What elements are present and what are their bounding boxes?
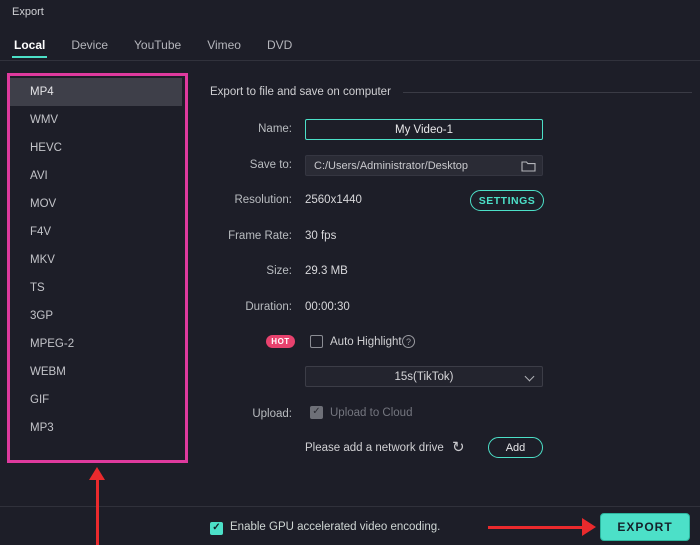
tab-dvd[interactable]: DVD bbox=[265, 35, 294, 58]
export-tabs: Local Device YouTube Vimeo DVD bbox=[12, 34, 294, 58]
upload-to-cloud-label: Upload to Cloud bbox=[330, 407, 413, 419]
save-to-path: C:/Users/Administrator/Desktop bbox=[314, 159, 469, 172]
duration-preset-value: 15s(TikTok) bbox=[394, 370, 454, 383]
gpu-encoding-checkbox[interactable]: ✓ bbox=[210, 522, 223, 535]
format-list: MP4 WMV HEVC AVI MOV F4V MKV TS 3GP MPEG… bbox=[10, 78, 182, 442]
format-item-wmv[interactable]: WMV bbox=[10, 106, 182, 134]
refresh-icon[interactable]: ↻ bbox=[452, 437, 465, 458]
add-network-drive-button[interactable]: Add bbox=[488, 437, 543, 458]
save-to-label: Save to: bbox=[249, 159, 292, 171]
auto-highlight-checkbox[interactable] bbox=[310, 335, 323, 348]
resolution-label: Resolution: bbox=[234, 194, 292, 206]
format-item-mp3[interactable]: MP3 bbox=[10, 414, 182, 442]
export-dialog: Export Local Device YouTube Vimeo DVD MP… bbox=[0, 0, 700, 545]
gpu-encoding-label: Enable GPU accelerated video encoding. bbox=[230, 521, 441, 533]
annotation-arrow-right bbox=[488, 518, 596, 536]
duration-label: Duration: bbox=[245, 301, 292, 313]
tabs-divider bbox=[0, 60, 700, 61]
tab-vimeo[interactable]: Vimeo bbox=[205, 35, 243, 58]
size-value: 29.3 MB bbox=[305, 265, 348, 277]
format-item-mkv[interactable]: MKV bbox=[10, 246, 182, 274]
upload-to-cloud-checkbox[interactable]: ✓ bbox=[310, 406, 323, 419]
window-title: Export bbox=[12, 6, 44, 18]
footer-divider bbox=[0, 506, 700, 507]
auto-highlight-label: Auto Highlight bbox=[330, 336, 402, 348]
format-item-webm[interactable]: WEBM bbox=[10, 358, 182, 386]
format-item-mpeg2[interactable]: MPEG-2 bbox=[10, 330, 182, 358]
section-header: Export to file and save on computer bbox=[210, 86, 692, 98]
format-item-mov[interactable]: MOV bbox=[10, 190, 182, 218]
chevron-down-icon bbox=[524, 371, 535, 382]
network-drive-text: Please add a network drive bbox=[305, 442, 444, 454]
format-item-ts[interactable]: TS bbox=[10, 274, 182, 302]
section-title: Export to file and save on computer bbox=[210, 86, 391, 98]
duration-preset-dropdown[interactable]: 15s(TikTok) bbox=[305, 366, 543, 387]
help-icon[interactable]: ? bbox=[402, 335, 415, 348]
format-item-avi[interactable]: AVI bbox=[10, 162, 182, 190]
tab-device[interactable]: Device bbox=[69, 35, 110, 58]
settings-button[interactable]: SETTINGS bbox=[470, 190, 544, 211]
hot-badge: HOT bbox=[266, 335, 295, 348]
save-to-field[interactable]: C:/Users/Administrator/Desktop bbox=[305, 155, 543, 176]
format-item-mp4[interactable]: MP4 bbox=[10, 78, 182, 106]
format-item-gif[interactable]: GIF bbox=[10, 386, 182, 414]
duration-value: 00:00:30 bbox=[305, 301, 350, 313]
name-input[interactable] bbox=[305, 119, 543, 140]
export-button[interactable]: EXPORT bbox=[600, 513, 690, 541]
tab-youtube[interactable]: YouTube bbox=[132, 35, 183, 58]
frame-rate-label: Frame Rate: bbox=[228, 230, 292, 242]
frame-rate-value: 30 fps bbox=[305, 230, 337, 242]
section-rule bbox=[402, 91, 692, 93]
upload-label: Upload: bbox=[252, 408, 292, 420]
format-item-hevc[interactable]: HEVC bbox=[10, 134, 182, 162]
format-item-f4v[interactable]: F4V bbox=[10, 218, 182, 246]
size-label: Size: bbox=[266, 265, 292, 277]
name-label: Name: bbox=[258, 123, 292, 135]
folder-icon[interactable] bbox=[521, 160, 536, 172]
resolution-value: 2560x1440 bbox=[305, 194, 362, 206]
format-item-3gp[interactable]: 3GP bbox=[10, 302, 182, 330]
tab-local[interactable]: Local bbox=[12, 35, 48, 58]
